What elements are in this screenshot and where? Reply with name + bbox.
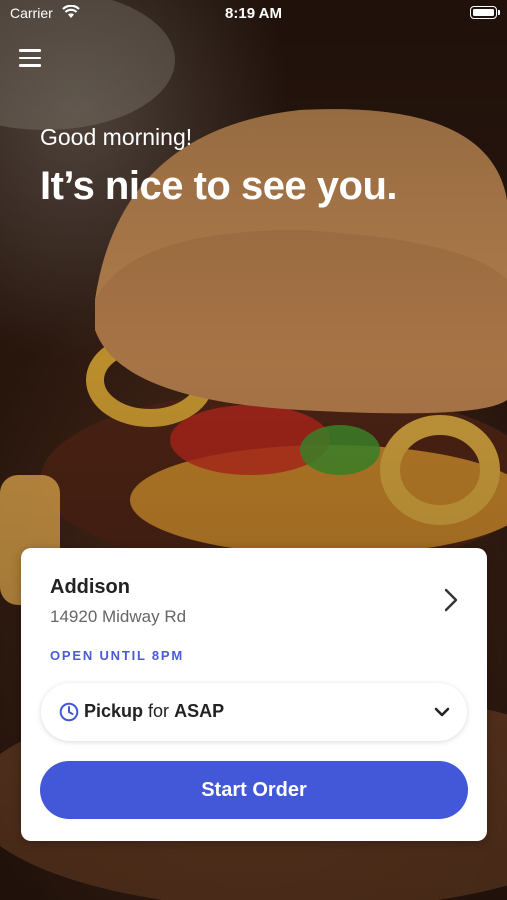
store-card: Addison 14920 Midway Rd OPEN UNTIL 8PM P… xyxy=(21,548,487,841)
order-mode-type: Pickup xyxy=(84,701,144,721)
clock-time: 8:19 AM xyxy=(225,5,282,22)
chevron-down-icon xyxy=(434,707,450,717)
order-mode-selector[interactable]: Pickup for ASAP xyxy=(41,683,467,741)
welcome-headline: It’s nice to see you. xyxy=(40,164,398,208)
chevron-right-icon[interactable] xyxy=(443,588,459,612)
order-mode-label: Pickup for ASAP xyxy=(84,701,224,722)
hamburger-icon[interactable] xyxy=(19,48,41,68)
battery-icon xyxy=(470,6,500,19)
clock-icon xyxy=(59,702,79,722)
order-mode-time: ASAP xyxy=(174,701,225,721)
store-address: 14920 Midway Rd xyxy=(50,607,187,626)
start-order-button[interactable]: Start Order xyxy=(40,761,468,819)
status-bar: Carrier 8:19 AM xyxy=(0,0,507,28)
store-hours: OPEN UNTIL 8PM xyxy=(50,648,185,663)
store-name[interactable]: Addison xyxy=(50,576,130,599)
order-mode-connector: for xyxy=(148,701,170,721)
greeting-text: Good morning! xyxy=(40,124,193,150)
